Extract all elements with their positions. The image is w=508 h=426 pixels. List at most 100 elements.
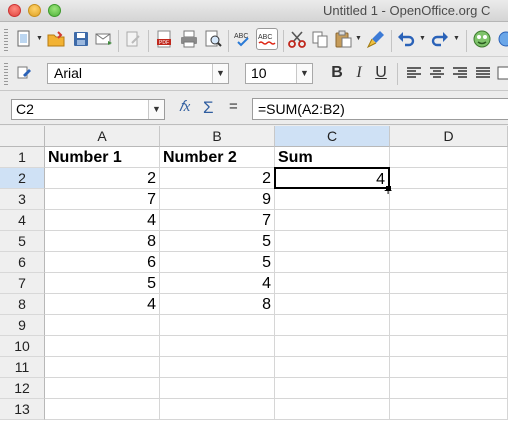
name-box[interactable]: C2 ▼ [11, 99, 165, 120]
cell-d10[interactable] [390, 336, 508, 357]
cell-d7[interactable] [390, 273, 508, 294]
autospellcheck-icon[interactable]: ABC [256, 28, 278, 50]
redo-arrow-icon[interactable] [430, 29, 450, 49]
row-header[interactable]: 5 [0, 231, 45, 252]
row-header[interactable]: 10 [0, 336, 45, 357]
function-equals-button[interactable]: = [229, 98, 238, 115]
cell-b13[interactable] [160, 399, 275, 420]
cell-a3[interactable]: 7 [45, 189, 160, 210]
merge-cells-icon[interactable] [496, 63, 508, 83]
cell-a5[interactable]: 8 [45, 231, 160, 252]
row-header[interactable]: 3 [0, 189, 45, 210]
column-header-c[interactable]: C [275, 126, 390, 147]
cell-d1[interactable] [390, 147, 508, 168]
cell-c7[interactable] [275, 273, 390, 294]
column-header-d[interactable]: D [390, 126, 508, 147]
cell-d12[interactable] [390, 378, 508, 399]
undo-arrow-icon[interactable] [396, 29, 416, 49]
italic-button[interactable]: I [350, 63, 368, 83]
minimize-window-button[interactable] [28, 4, 41, 17]
cell-d2[interactable] [390, 168, 508, 189]
align-right-icon[interactable] [450, 63, 470, 83]
cell-c6[interactable] [275, 252, 390, 273]
paste-clipboard-icon[interactable] [333, 29, 353, 49]
paste-dropdown-chevron-icon[interactable]: ▼ [355, 29, 362, 49]
row-header[interactable]: 12 [0, 378, 45, 399]
cell-b8[interactable]: 8 [160, 294, 275, 315]
column-header-a[interactable]: A [45, 126, 160, 147]
close-window-button[interactable] [8, 4, 21, 17]
cell-c11[interactable] [275, 357, 390, 378]
styles-formatting-icon[interactable] [14, 63, 34, 83]
cell-b4[interactable]: 7 [160, 210, 275, 231]
row-header[interactable]: 2 [0, 168, 45, 189]
row-header[interactable]: 4 [0, 210, 45, 231]
chevron-down-icon[interactable]: ▼ [148, 100, 164, 119]
cell-b6[interactable]: 5 [160, 252, 275, 273]
cell-d5[interactable] [390, 231, 508, 252]
print-preview-icon[interactable] [203, 29, 223, 49]
cell-d9[interactable] [390, 315, 508, 336]
align-center-icon[interactable] [427, 63, 447, 83]
cell-a1[interactable]: Number 1 [45, 147, 160, 168]
font-size-combobox[interactable]: 10 ▼ [245, 63, 313, 84]
chevron-down-icon[interactable]: ▼ [212, 64, 228, 83]
cell-c10[interactable] [275, 336, 390, 357]
cell-a8[interactable]: 4 [45, 294, 160, 315]
row-header[interactable]: 8 [0, 294, 45, 315]
cell-c2-selected[interactable]: 4 [274, 167, 390, 189]
cell-a7[interactable]: 5 [45, 273, 160, 294]
print-icon[interactable] [179, 29, 199, 49]
cell-c5[interactable] [275, 231, 390, 252]
cell-a11[interactable] [45, 357, 160, 378]
copy-icon[interactable] [310, 29, 330, 49]
cell-c3[interactable] [275, 189, 390, 210]
chevron-down-icon[interactable]: ▼ [296, 64, 312, 83]
cell-c4[interactable] [275, 210, 390, 231]
cell-b9[interactable] [160, 315, 275, 336]
toolbar-grip-icon[interactable] [4, 29, 8, 51]
row-header[interactable]: 7 [0, 273, 45, 294]
cell-b12[interactable] [160, 378, 275, 399]
bold-button[interactable]: B [328, 63, 346, 83]
cell-c9[interactable] [275, 315, 390, 336]
underline-button[interactable]: U [372, 63, 390, 83]
cell-a10[interactable] [45, 336, 160, 357]
row-header[interactable]: 11 [0, 357, 45, 378]
select-all-corner[interactable] [0, 126, 45, 147]
function-wizard-icon[interactable]: 𝑓x [179, 98, 190, 116]
cell-a2[interactable]: 2 [45, 168, 160, 189]
edit-file-icon[interactable] [123, 29, 143, 49]
new-dropdown-chevron-icon[interactable]: ▼ [36, 29, 43, 49]
clone-formatting-brush-icon[interactable] [366, 29, 386, 49]
cell-d4[interactable] [390, 210, 508, 231]
cell-d6[interactable] [390, 252, 508, 273]
row-header[interactable]: 6 [0, 252, 45, 273]
toolbar-grip-icon[interactable] [4, 63, 8, 85]
cell-c8[interactable] [275, 294, 390, 315]
formula-input[interactable]: =SUM(A2:B2) [252, 98, 508, 120]
cell-b7[interactable]: 4 [160, 273, 275, 294]
cell-d13[interactable] [390, 399, 508, 420]
row-header[interactable]: 13 [0, 399, 45, 420]
hyperlink-icon[interactable] [496, 29, 508, 49]
cell-b1[interactable]: Number 2 [160, 147, 275, 168]
cell-a6[interactable]: 6 [45, 252, 160, 273]
redo-dropdown-chevron-icon[interactable]: ▼ [453, 29, 460, 49]
font-name-combobox[interactable]: Arial ▼ [47, 63, 229, 84]
email-document-icon[interactable] [94, 29, 114, 49]
column-header-b[interactable]: B [160, 126, 275, 147]
cell-d11[interactable] [390, 357, 508, 378]
open-folder-icon[interactable] [46, 29, 66, 49]
cell-b2[interactable]: 2 [160, 168, 275, 189]
undo-dropdown-chevron-icon[interactable]: ▼ [419, 29, 426, 49]
save-icon[interactable] [71, 29, 91, 49]
spellcheck-icon[interactable]: ABC [233, 29, 253, 49]
cell-a9[interactable] [45, 315, 160, 336]
export-pdf-icon[interactable]: PDF [154, 29, 174, 49]
cell-d8[interactable] [390, 294, 508, 315]
cell-b11[interactable] [160, 357, 275, 378]
cell-a13[interactable] [45, 399, 160, 420]
cell-b3[interactable]: 9 [160, 189, 275, 210]
cut-scissors-icon[interactable] [287, 29, 307, 49]
